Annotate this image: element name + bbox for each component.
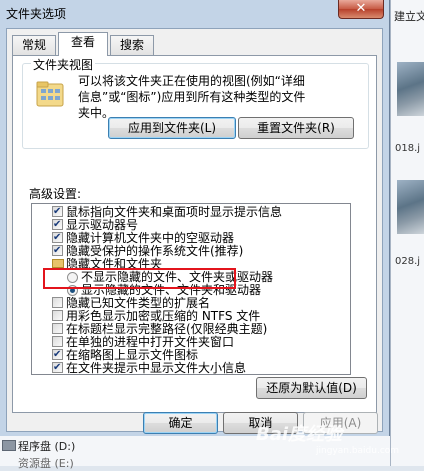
watermark-url: jingyan.baidu.com — [316, 446, 400, 456]
view-tab-panel: 文件夹视图 可以将该文件夹正在使用的视图(例如“详细信息”或“图标”)应用到所有… — [12, 55, 377, 413]
background-thumbnail[interactable] — [397, 180, 424, 234]
folder-options-dialog: 文件夹选项 ✕ 常规 查看 搜索 文件夹视图 可以将该文件夹正在使用的视图(例如… — [0, 0, 390, 436]
advanced-settings-list[interactable]: 鼠标指向文件夹和桌面项时显示提示信息显示驱动器号隐藏计算机文件夹中的空驱动器隐藏… — [31, 203, 351, 375]
background-thumbnail[interactable] — [397, 62, 424, 116]
setting-checkbox[interactable] — [52, 204, 63, 219]
tab-search[interactable]: 搜索 — [110, 35, 154, 55]
title-bar[interactable]: 文件夹选项 ✕ — [0, 0, 388, 28]
advanced-settings-label: 高级设置: — [29, 187, 82, 201]
drive-label[interactable]: 资源盘 (E:) — [18, 455, 74, 471]
drive-icon — [2, 440, 16, 451]
tab-general[interactable]: 常规 — [12, 35, 56, 55]
setting-checkbox[interactable] — [52, 347, 63, 362]
drive-label[interactable]: 程序盘 (D:) — [18, 438, 75, 454]
folder-view-icon — [36, 81, 64, 107]
apply-to-folders-button[interactable]: 应用到文件夹(L) — [108, 117, 236, 139]
setting-checkbox[interactable] — [52, 297, 63, 308]
setting-checkbox[interactable] — [52, 360, 63, 374]
background-explorer-window: 建立文件 018.j 028.j — [390, 0, 424, 466]
dialog-client-area: 常规 查看 搜索 文件夹视图 可以将该文件夹正在使用的视图(例如“详细信息”或“… — [6, 28, 383, 434]
setting-checkbox[interactable] — [52, 323, 63, 334]
folder-views-description: 可以将该文件夹正在使用的视图(例如“详细信息”或“图标”)应用到所有这种类型的文… — [78, 74, 306, 120]
highlight-box — [43, 268, 236, 289]
background-file-name[interactable]: 028.j — [395, 256, 420, 267]
ok-button[interactable]: 确定 — [143, 412, 218, 434]
reset-folders-button[interactable]: 重置文件夹(R) — [238, 117, 354, 139]
background-file-name[interactable]: 018.j — [395, 143, 420, 154]
setting-checkbox[interactable] — [52, 217, 63, 232]
advanced-setting-row[interactable]: 在文件夹提示中显示文件大小信息 — [32, 360, 332, 375]
setting-checkbox[interactable] — [52, 336, 63, 347]
setting-checkbox[interactable] — [52, 310, 63, 321]
folder-icon — [52, 259, 64, 268]
restore-defaults-button[interactable]: 还原为默认值(D) — [256, 377, 367, 399]
advanced-settings-scrollbar[interactable]: ▲ ▼ — [350, 204, 351, 374]
tab-view[interactable]: 查看 — [58, 32, 108, 56]
watermark-logo: Bai度经验 — [256, 424, 343, 445]
setting-checkbox[interactable] — [52, 230, 63, 245]
close-button[interactable]: ✕ — [338, 0, 384, 19]
setting-label: 在文件夹提示中显示文件大小信息 — [66, 361, 247, 375]
setting-checkbox[interactable] — [52, 243, 63, 258]
dialog-title: 文件夹选项 — [6, 7, 67, 21]
background-toolbar-text[interactable]: 建立文件 — [394, 8, 424, 24]
